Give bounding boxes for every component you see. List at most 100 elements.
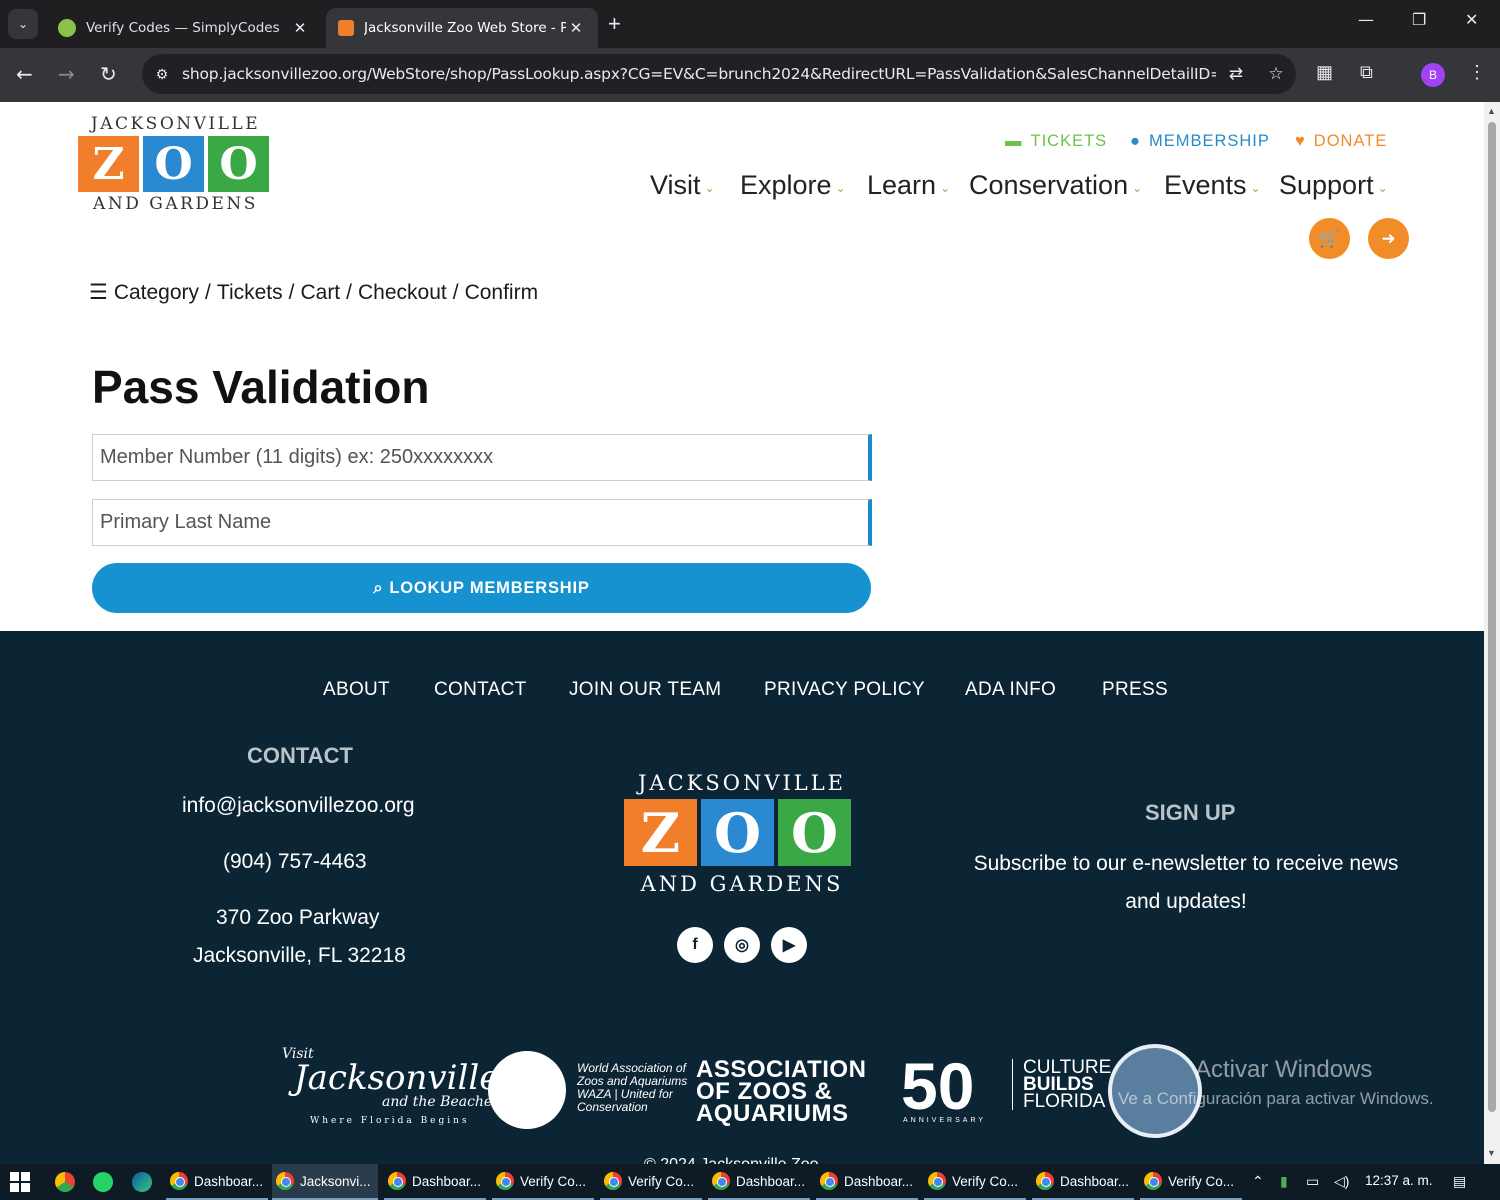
taskbar-app-9[interactable]: Dashboar...	[1032, 1164, 1134, 1200]
tray-battery-icon[interactable]: ▮	[1280, 1173, 1288, 1190]
aza-line: AQUARIUMS	[696, 1100, 849, 1127]
close-tab-icon[interactable]: ✕	[566, 19, 586, 37]
utility-membership-link[interactable]: ● MEMBERSHIP	[1130, 132, 1270, 151]
taskbar-app-1[interactable]: Dashboar...	[166, 1164, 268, 1200]
breadcrumb-cart[interactable]: Cart	[300, 281, 340, 305]
taskbar-app-label: Dashboar...	[1060, 1173, 1130, 1189]
culture-builds-florida-logo[interactable]: CULTURE BUILDS FLORIDA	[1012, 1058, 1111, 1112]
new-tab-icon[interactable]: +	[608, 11, 621, 37]
culture-line: FLORIDA	[1023, 1091, 1106, 1112]
url-text[interactable]: shop.jacksonvillezoo.org/WebStore/shop/P…	[182, 65, 1216, 83]
close-tab-icon[interactable]: ✕	[290, 19, 310, 37]
utility-membership-label: MEMBERSHIP	[1148, 132, 1270, 150]
logo-tile-o1: O	[701, 799, 774, 866]
utility-donate-link[interactable]: ♥ DONATE	[1295, 132, 1387, 151]
footer-link-ada[interactable]: ADA INFO	[965, 679, 1056, 701]
login-button[interactable]: ➜	[1368, 218, 1409, 259]
waza-logo-text: World Association of Zoos and Aquariums …	[577, 1062, 687, 1114]
restore-icon[interactable]: ❐	[1412, 10, 1426, 29]
contact-phone[interactable]: (904) 757-4463	[223, 850, 367, 874]
youtube-icon[interactable]: ▶	[771, 927, 807, 963]
footer-link-join[interactable]: JOIN OUR TEAM	[569, 679, 721, 701]
chrome-taskbar-icon[interactable]	[55, 1172, 75, 1192]
back-icon[interactable]: ←	[16, 62, 33, 86]
taskbar-app-3[interactable]: Dashboar...	[384, 1164, 486, 1200]
last-name-input[interactable]: Primary Last Name	[92, 499, 872, 546]
hamburger-icon[interactable]: ☰	[89, 280, 108, 305]
taskbar-app-7[interactable]: Dashboar...	[816, 1164, 918, 1200]
tray-clock[interactable]: 12:37 a. m.	[1365, 1173, 1433, 1188]
taskbar-app-8[interactable]: Verify Co...	[924, 1164, 1026, 1200]
tab-search-button[interactable]: ⌄	[8, 9, 38, 39]
nav-label: Conservation	[969, 170, 1129, 200]
whatsapp-taskbar-icon[interactable]	[93, 1172, 113, 1192]
breadcrumb-category[interactable]: Category	[114, 281, 199, 305]
nav-visit[interactable]: Visit ⌄	[650, 170, 715, 201]
breadcrumb-tickets[interactable]: Tickets	[217, 281, 283, 305]
footer-zoo-logo[interactable]: JACKSONVILLE Z O O AND GARDENS	[624, 771, 860, 896]
web-page: JACKSONVILLE Z O O AND GARDENS ▬ TICKETS…	[0, 102, 1484, 1164]
close-window-icon[interactable]: ✕	[1465, 10, 1478, 29]
utility-tickets-link[interactable]: ▬ TICKETS	[1005, 132, 1107, 151]
scroll-down-icon[interactable]: ▼	[1487, 1148, 1496, 1158]
waza-emblem[interactable]	[488, 1051, 566, 1129]
bookmark-star-icon[interactable]: ☆	[1256, 64, 1296, 84]
member-number-input[interactable]: Member Number (11 digits) ex: 250xxxxxxx…	[92, 434, 872, 481]
profile-avatar[interactable]: B	[1421, 63, 1445, 87]
edge-taskbar-icon[interactable]	[132, 1172, 152, 1192]
forward-icon[interactable]: →	[58, 62, 75, 86]
scroll-up-icon[interactable]: ▲	[1487, 106, 1496, 116]
translate-icon[interactable]: ⇄	[1216, 64, 1256, 84]
address-bar: ← → ↻ ⚙ shop.jacksonvillezoo.org/WebStor…	[0, 48, 1500, 102]
minimize-icon[interactable]: —	[1358, 10, 1374, 29]
extension-store-icon[interactable]: ▦	[1316, 62, 1333, 83]
cart-button[interactable]: 🛒	[1309, 218, 1350, 259]
tray-network-icon[interactable]: ▭	[1306, 1173, 1319, 1190]
breadcrumb-checkout[interactable]: Checkout	[358, 281, 447, 305]
taskbar-app-2[interactable]: Jacksonvi...	[272, 1164, 378, 1200]
footer-link-press[interactable]: PRESS	[1102, 679, 1168, 701]
page-scrollbar[interactable]: ▲ ▼	[1484, 102, 1500, 1164]
tray-chevron-up-icon[interactable]: ⌃	[1252, 1173, 1264, 1190]
notification-center-icon[interactable]: ▤	[1453, 1173, 1466, 1190]
windows-start-icon[interactable]	[10, 1172, 30, 1192]
instagram-icon[interactable]: ◎	[724, 927, 760, 963]
browser-menu-icon[interactable]: ⋮	[1468, 62, 1486, 83]
scroll-thumb[interactable]	[1488, 122, 1496, 1112]
extensions-puzzle-icon[interactable]: ⧉	[1360, 62, 1373, 83]
nav-learn[interactable]: Learn ⌄	[867, 170, 950, 201]
nav-explore[interactable]: Explore ⌄	[740, 170, 846, 201]
nav-events[interactable]: Events ⌄	[1164, 170, 1261, 201]
facebook-icon[interactable]: f	[677, 927, 713, 963]
windows-taskbar: Dashboar... Jacksonvi... Dashboar... Ver…	[0, 1164, 1500, 1200]
logo-bottom-text: AND GARDENS	[640, 872, 844, 896]
contact-address-line1: 370 Zoo Parkway	[216, 906, 380, 929]
breadcrumb-separator: /	[288, 280, 295, 304]
reload-icon[interactable]: ↻	[100, 62, 117, 86]
site-info-icon[interactable]: ⚙	[142, 66, 182, 83]
breadcrumb-confirm[interactable]: Confirm	[465, 281, 539, 305]
taskbar-app-10[interactable]: Verify Co...	[1140, 1164, 1242, 1200]
footer-link-privacy[interactable]: PRIVACY POLICY	[764, 679, 925, 701]
footer-link-contact[interactable]: CONTACT	[434, 679, 527, 701]
fifty-anniversary-logo[interactable]: 50	[901, 1051, 974, 1121]
taskbar-app-6[interactable]: Dashboar...	[708, 1164, 810, 1200]
browser-tab-zoo[interactable]: Jacksonville Zoo Web Store - Pa ✕	[326, 8, 598, 48]
taskbar-app-label: Dashboar...	[412, 1173, 482, 1189]
lookup-membership-button[interactable]: ⌕ LOOKUP MEMBERSHIP	[92, 563, 871, 613]
zoo-logo[interactable]: JACKSONVILLE Z O O AND GARDENS	[78, 114, 273, 214]
omnibox[interactable]: ⚙ shop.jacksonvillezoo.org/WebStore/shop…	[142, 54, 1296, 94]
chrome-icon	[820, 1172, 838, 1190]
footer-link-about[interactable]: ABOUT	[323, 679, 390, 701]
taskbar-app-5[interactable]: Verify Co...	[600, 1164, 702, 1200]
chrome-icon	[712, 1172, 730, 1190]
nav-conservation[interactable]: Conservation ⌄	[969, 170, 1142, 201]
taskbar-app-4[interactable]: Verify Co...	[492, 1164, 594, 1200]
aza-logo[interactable]: ASSOCIATION OF ZOOS & AQUARIUMS	[696, 1058, 866, 1127]
tray-volume-icon[interactable]: ◁)	[1334, 1173, 1349, 1190]
browser-tab-simplycodes[interactable]: Verify Codes — SimplyCodes ✕	[46, 8, 322, 48]
nav-support[interactable]: Support ⌄	[1279, 170, 1388, 201]
visit-jacksonville-logo[interactable]: Visit Jacksonville and the Beaches Where…	[282, 1046, 499, 1126]
chrome-icon	[496, 1172, 514, 1190]
contact-email[interactable]: info@jacksonvillezoo.org	[182, 794, 415, 818]
